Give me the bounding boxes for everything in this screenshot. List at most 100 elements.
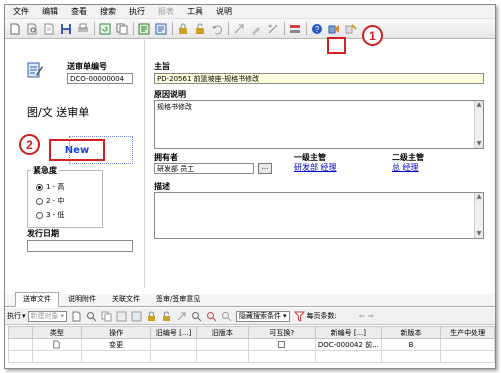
approver-1-link[interactable]: 研发部 经理 [294,162,337,173]
menu-run[interactable]: 执行 [129,6,145,17]
menu-tools[interactable]: 工具 [187,6,203,17]
main-toolbar: ? [5,19,495,39]
column-header-old-number[interactable]: 旧编号 [...] [150,326,198,339]
new-document-icon[interactable] [8,22,22,36]
menu-search[interactable]: 搜索 [100,6,116,17]
radio-dot [36,211,43,219]
sign-off-icon[interactable] [266,22,280,36]
column-header-new-number[interactable]: 新编号 [...] [314,326,382,339]
save-icon[interactable] [59,22,73,36]
search-add-icon[interactable] [191,311,202,322]
cell-interchangeable[interactable] [247,338,316,351]
empty-cell [247,350,316,363]
copy-row-icon[interactable] [101,311,112,322]
column-header-new-version[interactable]: 新版本 [380,326,442,339]
release-date-field[interactable] [27,240,133,252]
radio-dot [36,197,43,205]
menu-view[interactable]: 查看 [71,6,87,17]
toolbar-separator [306,22,307,35]
tab-related-files[interactable]: 关联文件 [105,293,147,306]
scroll-up-icon[interactable]: ▲ [475,101,483,109]
new-row-icon[interactable] [71,311,82,322]
row-selector[interactable] [8,338,33,351]
cell-old-version[interactable] [196,338,249,351]
cell-old-number[interactable] [150,338,198,351]
toolbar-separator [94,22,95,35]
description-textarea[interactable]: ▲ ▼ [154,192,484,239]
menu-edit[interactable]: 编辑 [42,6,58,17]
scroll-down-icon[interactable]: ▼ [475,140,483,148]
undo-icon[interactable] [210,22,224,36]
tab-signoff-comments[interactable]: 签审/签审意见 [149,293,207,306]
urgency-label: 紧急度 [31,165,59,176]
reason-scrollbar[interactable]: ▲ ▼ [474,101,483,148]
form-blue-icon[interactable] [154,22,168,36]
urgency-option-label: 2 - 中 [46,197,65,205]
approver-2-link[interactable]: 总 经理 [392,162,419,173]
description-label: 描述 [154,182,170,191]
unlock-icon[interactable] [161,311,172,322]
close-doc-icon[interactable] [344,22,358,36]
column-header-action[interactable]: 操作 [81,326,152,339]
description-scrollbar[interactable]: ▲ ▼ [474,193,483,238]
new-item-select[interactable]: 新建对象 ▾ [27,310,68,322]
owner-picker-button[interactable]: ... [258,163,272,174]
document-lifecycle-icon[interactable] [327,22,341,36]
empty-cell [380,350,442,363]
hide-search-select[interactable]: 隐藏搜索条件 ▾ [236,310,290,322]
doc-number-label: 送审单编号 [67,62,107,71]
scroll-up-icon[interactable]: ▲ [475,193,483,201]
cell-new-version[interactable]: B [380,338,442,351]
lock-icon[interactable] [176,22,190,36]
scroll-down-icon[interactable]: ▼ [475,230,483,238]
refresh-icon[interactable] [98,22,112,36]
search-icon[interactable] [86,311,97,322]
column-header-interchangeable[interactable]: 可互换? [247,326,316,339]
print-icon[interactable] [76,22,90,36]
view-icon[interactable] [131,311,142,322]
doc-number-field[interactable]: DCO-00000004 [67,73,133,84]
urgency-option-low[interactable]: 3 - 低 [36,210,64,220]
run-label[interactable]: 执行 [7,311,21,321]
prev-page-icon[interactable]: ⇐ [359,312,365,320]
lock-icon[interactable] [146,311,157,322]
empty-cell [8,350,33,363]
urgency-option-medium[interactable]: 2 - 中 [36,196,64,206]
unlock-icon[interactable] [193,22,207,36]
table-row[interactable]: 变更 DOC-000042 前... B [8,338,495,351]
open-icon[interactable] [42,22,56,36]
reason-label: 原因说明 [154,90,186,99]
cell-action[interactable]: 变更 [81,338,152,351]
promote-icon[interactable] [232,22,246,36]
form-green-icon[interactable] [137,22,151,36]
run-dropdown-icon[interactable]: ▾ [22,312,26,320]
tab-review-files[interactable]: 送审文件 [15,292,59,307]
next-page-icon[interactable]: ⇒ [368,312,374,320]
review-files-grid: 类型 操作 旧编号 [...] 旧版本 可互换? 新编号 [...] 新版本 生… [8,326,495,363]
menu-help[interactable]: 说明 [216,6,232,17]
print-preview-icon[interactable] [25,22,39,36]
owner-field[interactable]: 研发部 员工 [154,163,254,174]
search-replace-icon[interactable] [206,311,217,322]
subject-field[interactable]: PD-20561 前篮坡座-规格书修改 [154,73,484,84]
copy-icon[interactable] [115,22,129,36]
clear-icon[interactable] [221,311,232,322]
column-header-old-version[interactable]: 旧版本 [196,326,249,339]
menu-file[interactable]: 文件 [13,6,29,17]
filter-icon[interactable] [293,311,305,322]
cell-in-production[interactable] [440,338,495,351]
grid-row-header [8,326,33,339]
tab-attachments[interactable]: 说明附件 [61,293,103,306]
column-header-in-production[interactable]: 生产中处理 [440,326,495,339]
edit-tools-icon[interactable] [249,22,263,36]
interchangeable-checkbox[interactable] [278,341,286,348]
urgency-option-high[interactable]: 1 - 高 [36,182,64,192]
column-header-type[interactable]: 类型 [31,326,83,339]
cell-new-number[interactable]: DOC-000042 前... [314,338,382,351]
empty-cell [31,350,83,363]
workflow-icon[interactable] [288,22,302,36]
form-icon[interactable] [116,311,127,322]
reason-textarea[interactable]: 规格书修改 ▲ ▼ [154,100,484,149]
help-icon[interactable]: ? [310,22,324,36]
pick-icon[interactable] [176,311,187,322]
